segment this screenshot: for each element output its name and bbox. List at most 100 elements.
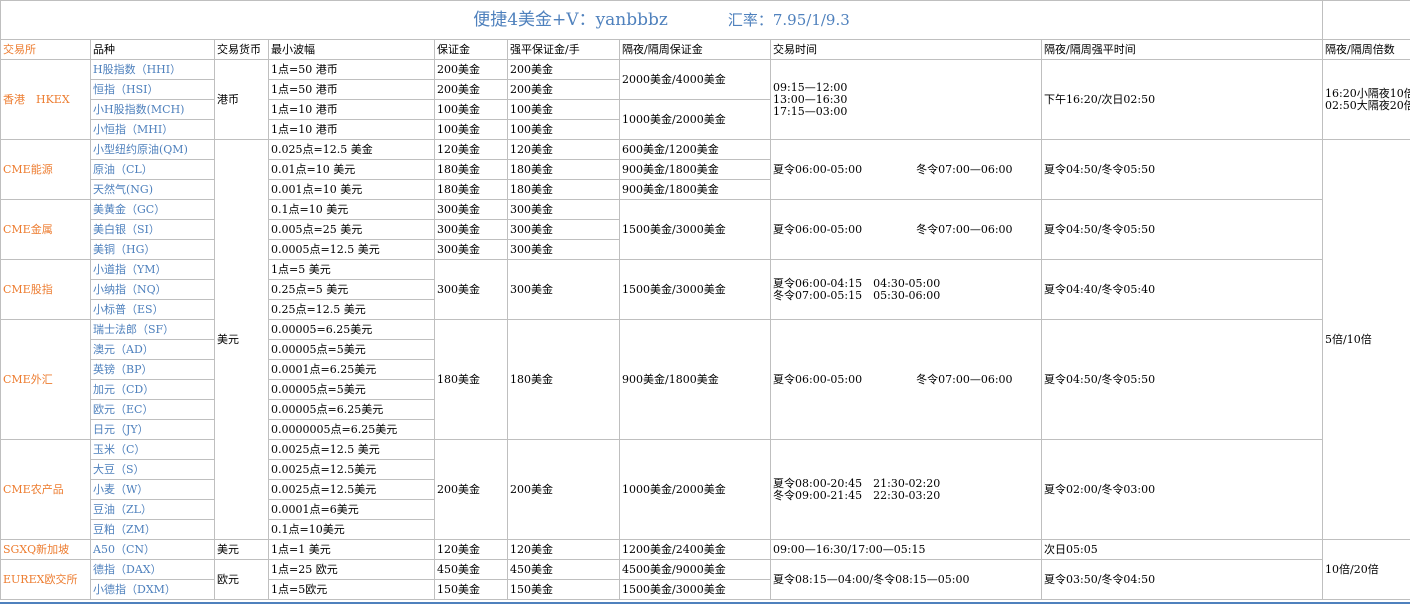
summer-time: 夏令08:00-20:45 21:30-02:20 [773,476,941,490]
close-time-cell: 夏令02:00/冬令03:00 [1040,439,1324,540]
margin-cell: 200美金 [434,79,508,100]
trading-time-cell: 夏令08:15—04:00/冬令08:15—05:00 [770,559,1042,600]
overnight-cell: 900美金/1800美金 [619,319,771,440]
tick-cell: 1点=10 港币 [268,99,435,120]
trading-time-cell: 夏令06:00-04:15 04:30-05:00 冬令07:00-05:15 0… [770,259,1042,320]
product-cell: 小麦（W） [90,479,215,500]
margin-cell: 200美金 [434,59,508,80]
force-cell: 450美金 [507,559,620,580]
product-cell: 澳元（AD） [90,339,215,360]
tick-cell: 0.1点=10美元 [268,519,435,540]
product-cell: 恒指（HSI） [90,79,215,100]
tick-cell: 1点=5欧元 [268,579,435,600]
trading-time-cell: 09:15—12:00 13:00—16:30 17:15—03:00 [770,59,1042,140]
margin-cell: 120美金 [434,139,508,160]
close-time-cell: 夏令04:50/冬令05:50 [1040,139,1324,200]
product-cell: 小道指（YM） [90,259,215,280]
product-cell: 天然气(NG) [90,179,215,200]
product-cell: 玉米（C） [90,439,215,460]
overnight-cell: 900美金/1800美金 [619,159,771,180]
force-cell: 300美金 [507,199,620,220]
product-cell: 小恒指（MHI） [90,119,215,140]
tick-cell: 0.1点=10 美元 [268,199,435,220]
product-cell: H股指数（HHI） [90,59,215,80]
force-cell: 120美金 [507,539,620,560]
force-cell: 300美金 [507,219,620,240]
margin-cell: 300美金 [434,199,508,220]
close-time-cell: 夏令04:50/冬令05:50 [1040,199,1324,260]
margin-cell: 100美金 [434,99,508,120]
bottom-divider [0,602,1410,604]
overnight-cell: 1000美金/2000美金 [619,99,771,140]
tick-cell: 0.00005点=5美元 [268,339,435,360]
product-cell: 小型纽约原油(QM) [90,139,215,160]
product-cell: 小标普（ES） [90,299,215,320]
overnight-cell: 4500美金/9000美金 [619,559,771,580]
product-cell: 豆粕（ZM） [90,519,215,540]
page-title: 便捷4美金+V：yanbbbz 汇率：7.95/1/9.3 [0,0,1324,40]
header-tick: 最小波幅 [268,39,435,60]
overnight-cell: 600美金/1200美金 [619,139,771,160]
margin-cell: 300美金 [434,219,508,240]
margin-cell: 100美金 [434,119,508,140]
exchange-cell: EUREX欧交所 [0,559,91,600]
title-main: 便捷4美金+V：yanbbbz [473,9,668,30]
tick-cell: 0.00005点=6.25美元 [268,399,435,420]
product-cell: A50（CN） [90,539,215,560]
close-time-cell: 下午16:20/次日02:50 [1040,59,1324,140]
overnight-cell: 1500美金/3000美金 [619,199,771,260]
multiple-line: 02:50大隔夜20倍 [1325,98,1410,112]
force-cell: 200美金 [507,79,620,100]
force-cell: 100美金 [507,119,620,140]
force-cell: 180美金 [507,179,620,200]
product-cell: 原油（CL） [90,159,215,180]
summer-time: 夏令06:00-05:00 [773,373,863,386]
tick-cell: 0.25点=5 美元 [268,279,435,300]
trading-time-cell: 09:00—16:30/17:00—05:15 [770,539,1042,560]
currency-cell: 美元 [214,139,269,540]
table-row: CME农产品 玉米（C） 0.0025点=12.5 美元 200美金 200美金… [0,439,1410,540]
trading-time-cell: 夏令06:00-05:00 冬令07:00—06:00 [770,139,1042,200]
tick-cell: 0.0000005点=6.25美元 [268,419,435,440]
exchange-cell: CME农产品 [0,439,91,540]
table-row: 香港 HKEX H股指数（HHI） 港币 1点=50 港币 200美金 200美… [0,59,1410,140]
table-row: CME外汇 瑞士法郎（SF） 0.00005=6.25美元 180美金 180美… [0,319,1410,440]
overnight-cell: 1200美金/2400美金 [619,539,771,560]
trading-time-cell: 夏令06:00-05:00 冬令07:00—06:00 [770,199,1042,260]
header-overnight-margin: 隔夜/隔周保证金 [619,39,771,60]
overnight-cell: 1500美金/3000美金 [619,259,771,320]
winter-time: 冬令07:00—06:00 [916,223,1013,236]
margin-cell: 450美金 [434,559,508,580]
multiple-cell: 10倍/20倍 [1322,539,1410,600]
force-cell: 120美金 [507,139,620,160]
product-cell: 美黄金（GC） [90,199,215,220]
force-cell: 200美金 [507,59,620,80]
close-time-cell: 夏令04:50/冬令05:50 [1040,319,1324,440]
header-force-margin: 强平保证金/手 [507,39,620,60]
margin-cell: 300美金 [434,239,508,260]
tick-cell: 1点=50 港币 [268,59,435,80]
force-cell: 180美金 [507,319,620,440]
time-line: 17:15—03:00 [773,104,848,118]
product-cell: 小纳指（NQ） [90,279,215,300]
tick-cell: 0.0025点=12.5 美元 [268,439,435,460]
winter-time: 冬令07:00-05:15 05:30-06:00 [773,288,941,302]
summer-time: 夏令06:00-05:00 [773,163,863,176]
product-cell: 美铜（HG） [90,239,215,260]
trading-time-cell: 夏令06:00-05:00 冬令07:00—06:00 [770,319,1042,440]
tick-cell: 0.005点=25 美元 [268,219,435,240]
overnight-cell: 1500美金/3000美金 [619,579,771,600]
table-row: CME金属 美黄金（GC） 0.1点=10 美元 300美金 300美金 150… [0,199,1410,260]
exchange-rate: 汇率：7.95/1/9.3 [727,10,850,29]
margin-cell: 180美金 [434,179,508,200]
margin-cell: 120美金 [434,539,508,560]
time-line: 09:15—12:00 [773,80,848,94]
tick-cell: 1点=25 欧元 [268,559,435,580]
margin-cell: 200美金 [434,439,508,540]
close-time-cell: 次日05:05 [1040,539,1324,560]
tick-cell: 0.0025点=12.5美元 [268,459,435,480]
margin-cell: 300美金 [434,259,508,320]
multiple-cell: 5倍/10倍 [1322,139,1410,540]
overnight-cell: 2000美金/4000美金 [619,59,771,100]
product-cell: 大豆（S） [90,459,215,480]
